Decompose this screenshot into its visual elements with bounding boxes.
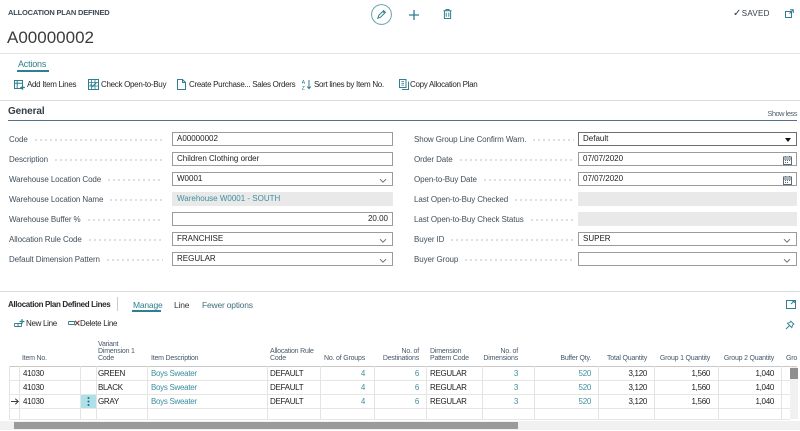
svg-text:Z: Z: [302, 86, 306, 90]
svg-text:A: A: [302, 80, 306, 86]
